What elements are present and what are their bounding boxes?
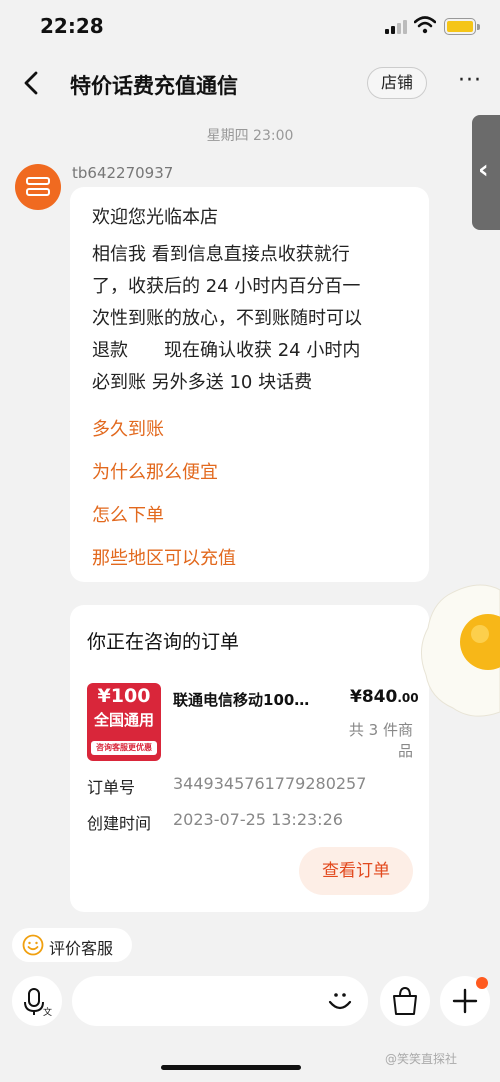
item-count: 共 3 件商品 <box>348 721 413 760</box>
shopping-bag-button[interactable] <box>380 976 430 1026</box>
product-price-main: ¥840 <box>350 687 398 707</box>
message-line: 必到账 另外多送 10 块话费 <box>92 372 313 393</box>
nav-bar: 特价话费充值通信 店铺 ··· <box>0 55 500 113</box>
page-title: 特价话费充值通信 <box>70 74 238 98</box>
product-price: ¥840.00 <box>350 687 419 707</box>
view-order-button[interactable]: 查看订单 <box>299 847 413 895</box>
voice-input-button[interactable]: 文 <box>12 976 62 1026</box>
more-options-icon[interactable]: ··· <box>455 70 485 95</box>
fried-egg-icon <box>421 584 500 717</box>
rate-service-button[interactable]: 评价客服 <box>12 928 132 962</box>
side-panel-handle[interactable]: ‹ <box>472 115 500 230</box>
wifi-icon <box>414 16 436 34</box>
smiley-icon <box>22 934 44 956</box>
microphone-icon: 文 <box>24 988 52 1018</box>
product-thumbnail-note: 咨询客服更优惠 <box>91 741 157 755</box>
back-arrow-icon[interactable] <box>18 67 46 99</box>
emoji-icon[interactable] <box>325 986 355 1016</box>
message-line: 退款 现在确认收获 24 小时内 <box>92 340 361 361</box>
message-input[interactable] <box>72 976 368 1026</box>
cellular-signal-icon <box>385 20 407 34</box>
sender-name: tb642270937 <box>72 164 174 182</box>
created-time-label: 创建时间 <box>87 814 152 833</box>
order-number-value: 3449345761779280257 <box>173 774 367 793</box>
product-thumbnail-price: ¥100 <box>97 685 151 707</box>
product-price-cents: .00 <box>397 691 419 705</box>
watermark: @笑笑直探社 <box>385 1052 458 1066</box>
quick-link-regions[interactable]: 那些地区可以充值 <box>92 548 413 569</box>
quick-link-how-to-order[interactable]: 怎么下单 <box>92 505 413 526</box>
status-time: 22:28 <box>40 14 104 38</box>
chat-timestamp: 星期四 23:00 <box>206 128 294 144</box>
avatar[interactable] <box>15 164 61 210</box>
message-title: 欢迎您光临本店 <box>92 207 218 228</box>
message-line: 次性到账的放心，不到账随时可以 <box>92 308 362 329</box>
order-number-label: 订单号 <box>87 778 136 797</box>
created-time-value: 2023-07-25 13:23:26 <box>173 810 343 829</box>
chevron-left-icon: ‹ <box>478 155 489 185</box>
product-thumbnail-region: 全国通用 <box>93 711 154 729</box>
home-indicator <box>161 1065 301 1070</box>
message-bubble: 欢迎您光临本店 相信我 看到信息直接点收获就行 了，收获后的 24 小时内百分百… <box>70 187 429 582</box>
quick-link-arrival-time[interactable]: 多久到账 <box>92 419 413 440</box>
message-line: 了，收获后的 24 小时内百分百一 <box>92 276 361 297</box>
order-card[interactable]: 你正在咨询的订单 ¥100 全国通用 咨询客服更优惠 联通电信移动100… ¥8… <box>70 605 429 912</box>
battery-icon <box>444 18 480 35</box>
quick-link-why-cheap[interactable]: 为什么那么便宜 <box>92 462 413 483</box>
product-thumbnail[interactable]: ¥100 全国通用 咨询客服更优惠 <box>87 683 161 761</box>
order-card-heading: 你正在咨询的订单 <box>87 631 240 653</box>
svg-text:文: 文 <box>43 1006 52 1018</box>
status-bar: 22:28 <box>0 0 500 55</box>
rate-service-label: 评价客服 <box>49 939 114 958</box>
notification-dot <box>476 977 488 989</box>
product-name[interactable]: 联通电信移动100… <box>173 689 309 710</box>
shopping-bag-icon <box>393 986 417 1015</box>
shop-button[interactable]: 店铺 <box>367 67 427 99</box>
message-line: 相信我 看到信息直接点收获就行 <box>92 244 350 265</box>
